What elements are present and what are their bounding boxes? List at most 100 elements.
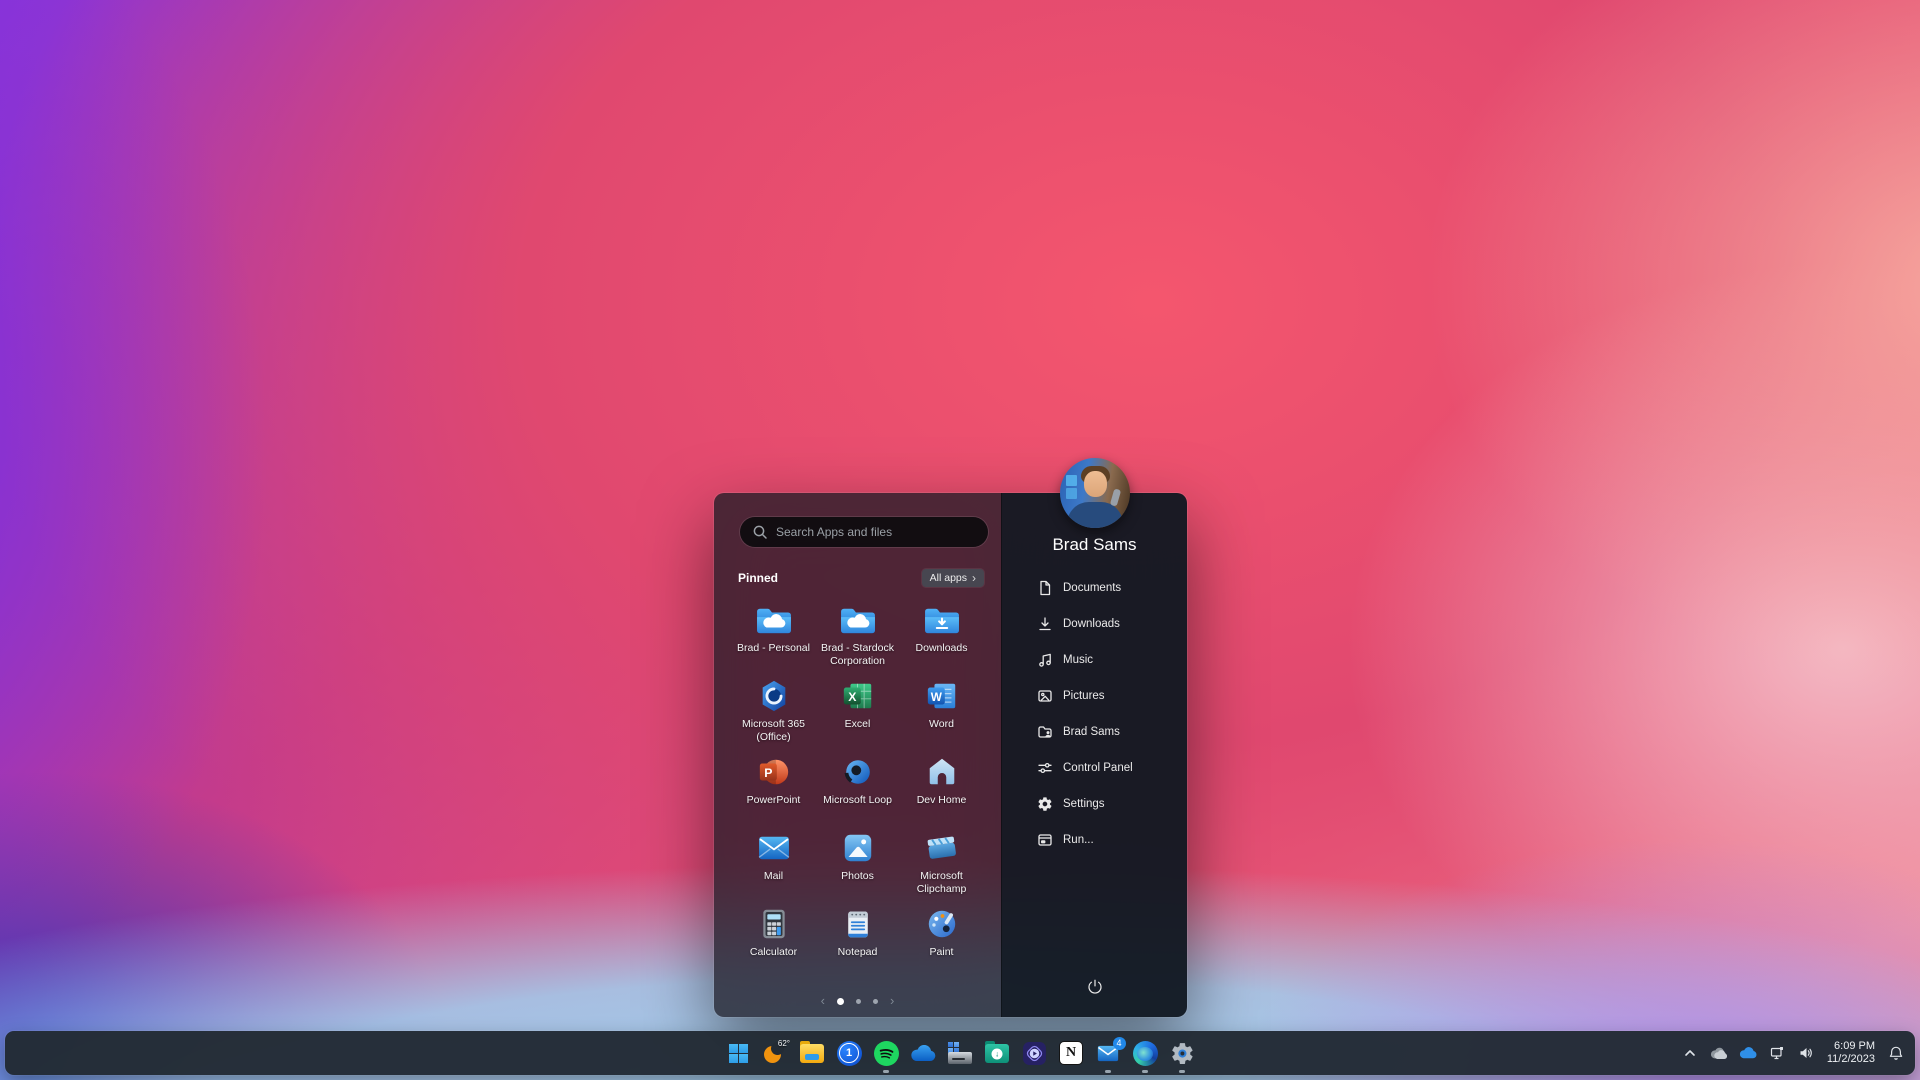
pinned-app-label: PowerPoint: [746, 794, 801, 806]
photos-icon: [839, 830, 877, 866]
link-label: Brad Sams: [1063, 726, 1120, 738]
pinned-app-calculator[interactable]: Calculator: [732, 903, 816, 979]
pinned-app-excel[interactable]: X Excel: [816, 675, 900, 751]
pinned-app-photos[interactable]: Photos: [816, 827, 900, 903]
spotify-icon: [873, 1040, 899, 1066]
taskbar-weather-button[interactable]: 62°: [761, 1039, 790, 1067]
link-settings[interactable]: Settings: [1002, 786, 1187, 822]
pinned-app-paint[interactable]: Paint: [900, 903, 984, 979]
link-control-panel[interactable]: Control Panel: [1002, 750, 1187, 786]
pinned-app-dev-home[interactable]: Dev Home: [900, 751, 984, 827]
tray-chevron-icon: [1685, 1050, 1695, 1056]
taskbar-mail-button[interactable]: 4: [1094, 1036, 1126, 1067]
taskbar-1password-button[interactable]: 1: [835, 1039, 863, 1067]
weather-icon: 62°: [761, 1039, 790, 1067]
tray-onedrive-sync[interactable]: [1709, 1040, 1729, 1066]
pinned-app-label: Notepad: [837, 946, 878, 958]
link-user-folder[interactable]: Brad Sams: [1002, 714, 1187, 750]
mail-badge: 4: [1112, 1036, 1126, 1050]
pinned-app-microsoft-365[interactable]: Microsoft 365 (Office): [732, 675, 816, 751]
microsoft-365-icon: [755, 678, 793, 714]
taskbar-video-app-button[interactable]: [1020, 1039, 1048, 1067]
taskbar-edge-button[interactable]: [1131, 1039, 1159, 1067]
tray-network[interactable]: [1767, 1040, 1787, 1066]
pinned-app-label: Microsoft Loop: [823, 794, 892, 806]
pinned-app-brad-personal[interactable]: Brad - Personal: [732, 599, 816, 675]
page-dot-1[interactable]: [837, 997, 844, 1005]
quick-links-list: Documents Downloads Music Pictures Brad: [1002, 570, 1187, 858]
link-downloads[interactable]: Downloads: [1002, 606, 1187, 642]
power-button[interactable]: [1077, 970, 1113, 1004]
video-app-icon: [1022, 1041, 1046, 1065]
weather-temperature: 62°: [777, 1039, 790, 1048]
tray-clock[interactable]: 6:09 PM 11/2/2023: [1827, 1040, 1875, 1067]
loop-icon: [839, 754, 877, 790]
page-dot-2[interactable]: [856, 998, 861, 1004]
pinned-app-mail[interactable]: Mail: [732, 827, 816, 903]
pinned-app-clipchamp[interactable]: Microsoft Clipchamp: [900, 827, 984, 903]
volume-icon: [1800, 1048, 1812, 1058]
link-label: Downloads: [1063, 618, 1120, 630]
notepad-icon: [839, 906, 877, 942]
dev-home-icon: [923, 754, 961, 790]
onedrive-icon: [911, 1044, 936, 1061]
link-documents[interactable]: Documents: [1002, 570, 1187, 606]
pinned-app-downloads[interactable]: Downloads: [900, 599, 984, 675]
pinned-app-label: Mail: [763, 870, 784, 882]
pinned-app-brad-stardock[interactable]: Brad - Stardock Corporation: [816, 599, 900, 675]
sliders-icon: [1038, 762, 1052, 774]
excel-icon: X: [839, 678, 877, 714]
powerpoint-icon: P: [755, 754, 793, 790]
avatar-windows-logo: [1065, 475, 1077, 486]
tray-notifications[interactable]: [1886, 1040, 1906, 1066]
tray-volume[interactable]: [1796, 1040, 1816, 1066]
pinned-app-label: Brad - Stardock Corporation: [821, 642, 894, 667]
page-dot-3[interactable]: [873, 998, 878, 1004]
search-box[interactable]: [740, 517, 988, 547]
taskbar-this-pc-button[interactable]: [946, 1039, 974, 1067]
link-music[interactable]: Music: [1002, 642, 1187, 678]
start-menu-right-panel: Brad Sams Documents Downloads Music Pict…: [1001, 458, 1187, 1017]
link-label: Pictures: [1063, 690, 1105, 702]
pinned-app-label: Downloads: [915, 642, 968, 654]
start-icon: [728, 1043, 748, 1063]
taskbar-start-button[interactable]: [724, 1039, 752, 1067]
pinned-apps-grid: Brad - Personal Brad - Stardock Corporat…: [732, 599, 984, 979]
pinned-app-word[interactable]: W Word: [900, 675, 984, 751]
pinned-app-microsoft-loop[interactable]: Microsoft Loop: [816, 751, 900, 827]
page-next-icon[interactable]: ›: [890, 994, 894, 1007]
word-icon: W: [923, 678, 961, 714]
link-run[interactable]: Run...: [1002, 822, 1187, 858]
onedrive-sync-icon: [1710, 1047, 1727, 1059]
search-input[interactable]: [776, 525, 976, 539]
taskbar-downloads-folder-button[interactable]: ↓: [983, 1039, 1011, 1067]
pinned-app-label: Word: [929, 718, 954, 730]
svg-text:P: P: [764, 766, 772, 780]
pinned-app-notepad[interactable]: Notepad: [816, 903, 900, 979]
1password-icon: 1: [836, 1040, 862, 1066]
user-avatar[interactable]: [1059, 458, 1130, 528]
taskbar-file-explorer-button[interactable]: [798, 1039, 826, 1067]
link-label: Documents: [1063, 582, 1122, 594]
taskbar-notion-button[interactable]: N: [1057, 1039, 1085, 1067]
taskbar-settings-button[interactable]: [1168, 1039, 1196, 1067]
start-menu-left-panel: Pinned All apps › Brad - Personal: [714, 493, 1001, 1017]
onedrive-cloud-icon: [1739, 1047, 1757, 1059]
music-icon: [1039, 653, 1051, 667]
chevron-right-icon: ›: [972, 571, 976, 585]
tray-onedrive[interactable]: [1738, 1040, 1758, 1066]
taskbar-onedrive-button[interactable]: [909, 1039, 937, 1067]
pinned-app-powerpoint[interactable]: P PowerPoint: [732, 751, 816, 827]
taskbar-spotify-button[interactable]: [872, 1039, 900, 1067]
document-icon: [1040, 580, 1051, 596]
pinned-app-label: Microsoft 365 (Office): [741, 718, 806, 743]
paint-icon: [923, 906, 961, 942]
all-apps-label: All apps: [929, 572, 967, 584]
all-apps-button[interactable]: All apps ›: [921, 569, 984, 587]
pinned-app-label: Brad - Personal: [737, 642, 810, 654]
user-folder-icon: [1038, 726, 1052, 738]
link-pictures[interactable]: Pictures: [1002, 678, 1187, 714]
desktop: Pinned All apps › Brad - Personal: [0, 0, 1920, 1080]
tray-show-hidden-icons[interactable]: [1680, 1040, 1700, 1066]
page-previous-icon[interactable]: ‹: [821, 994, 825, 1007]
